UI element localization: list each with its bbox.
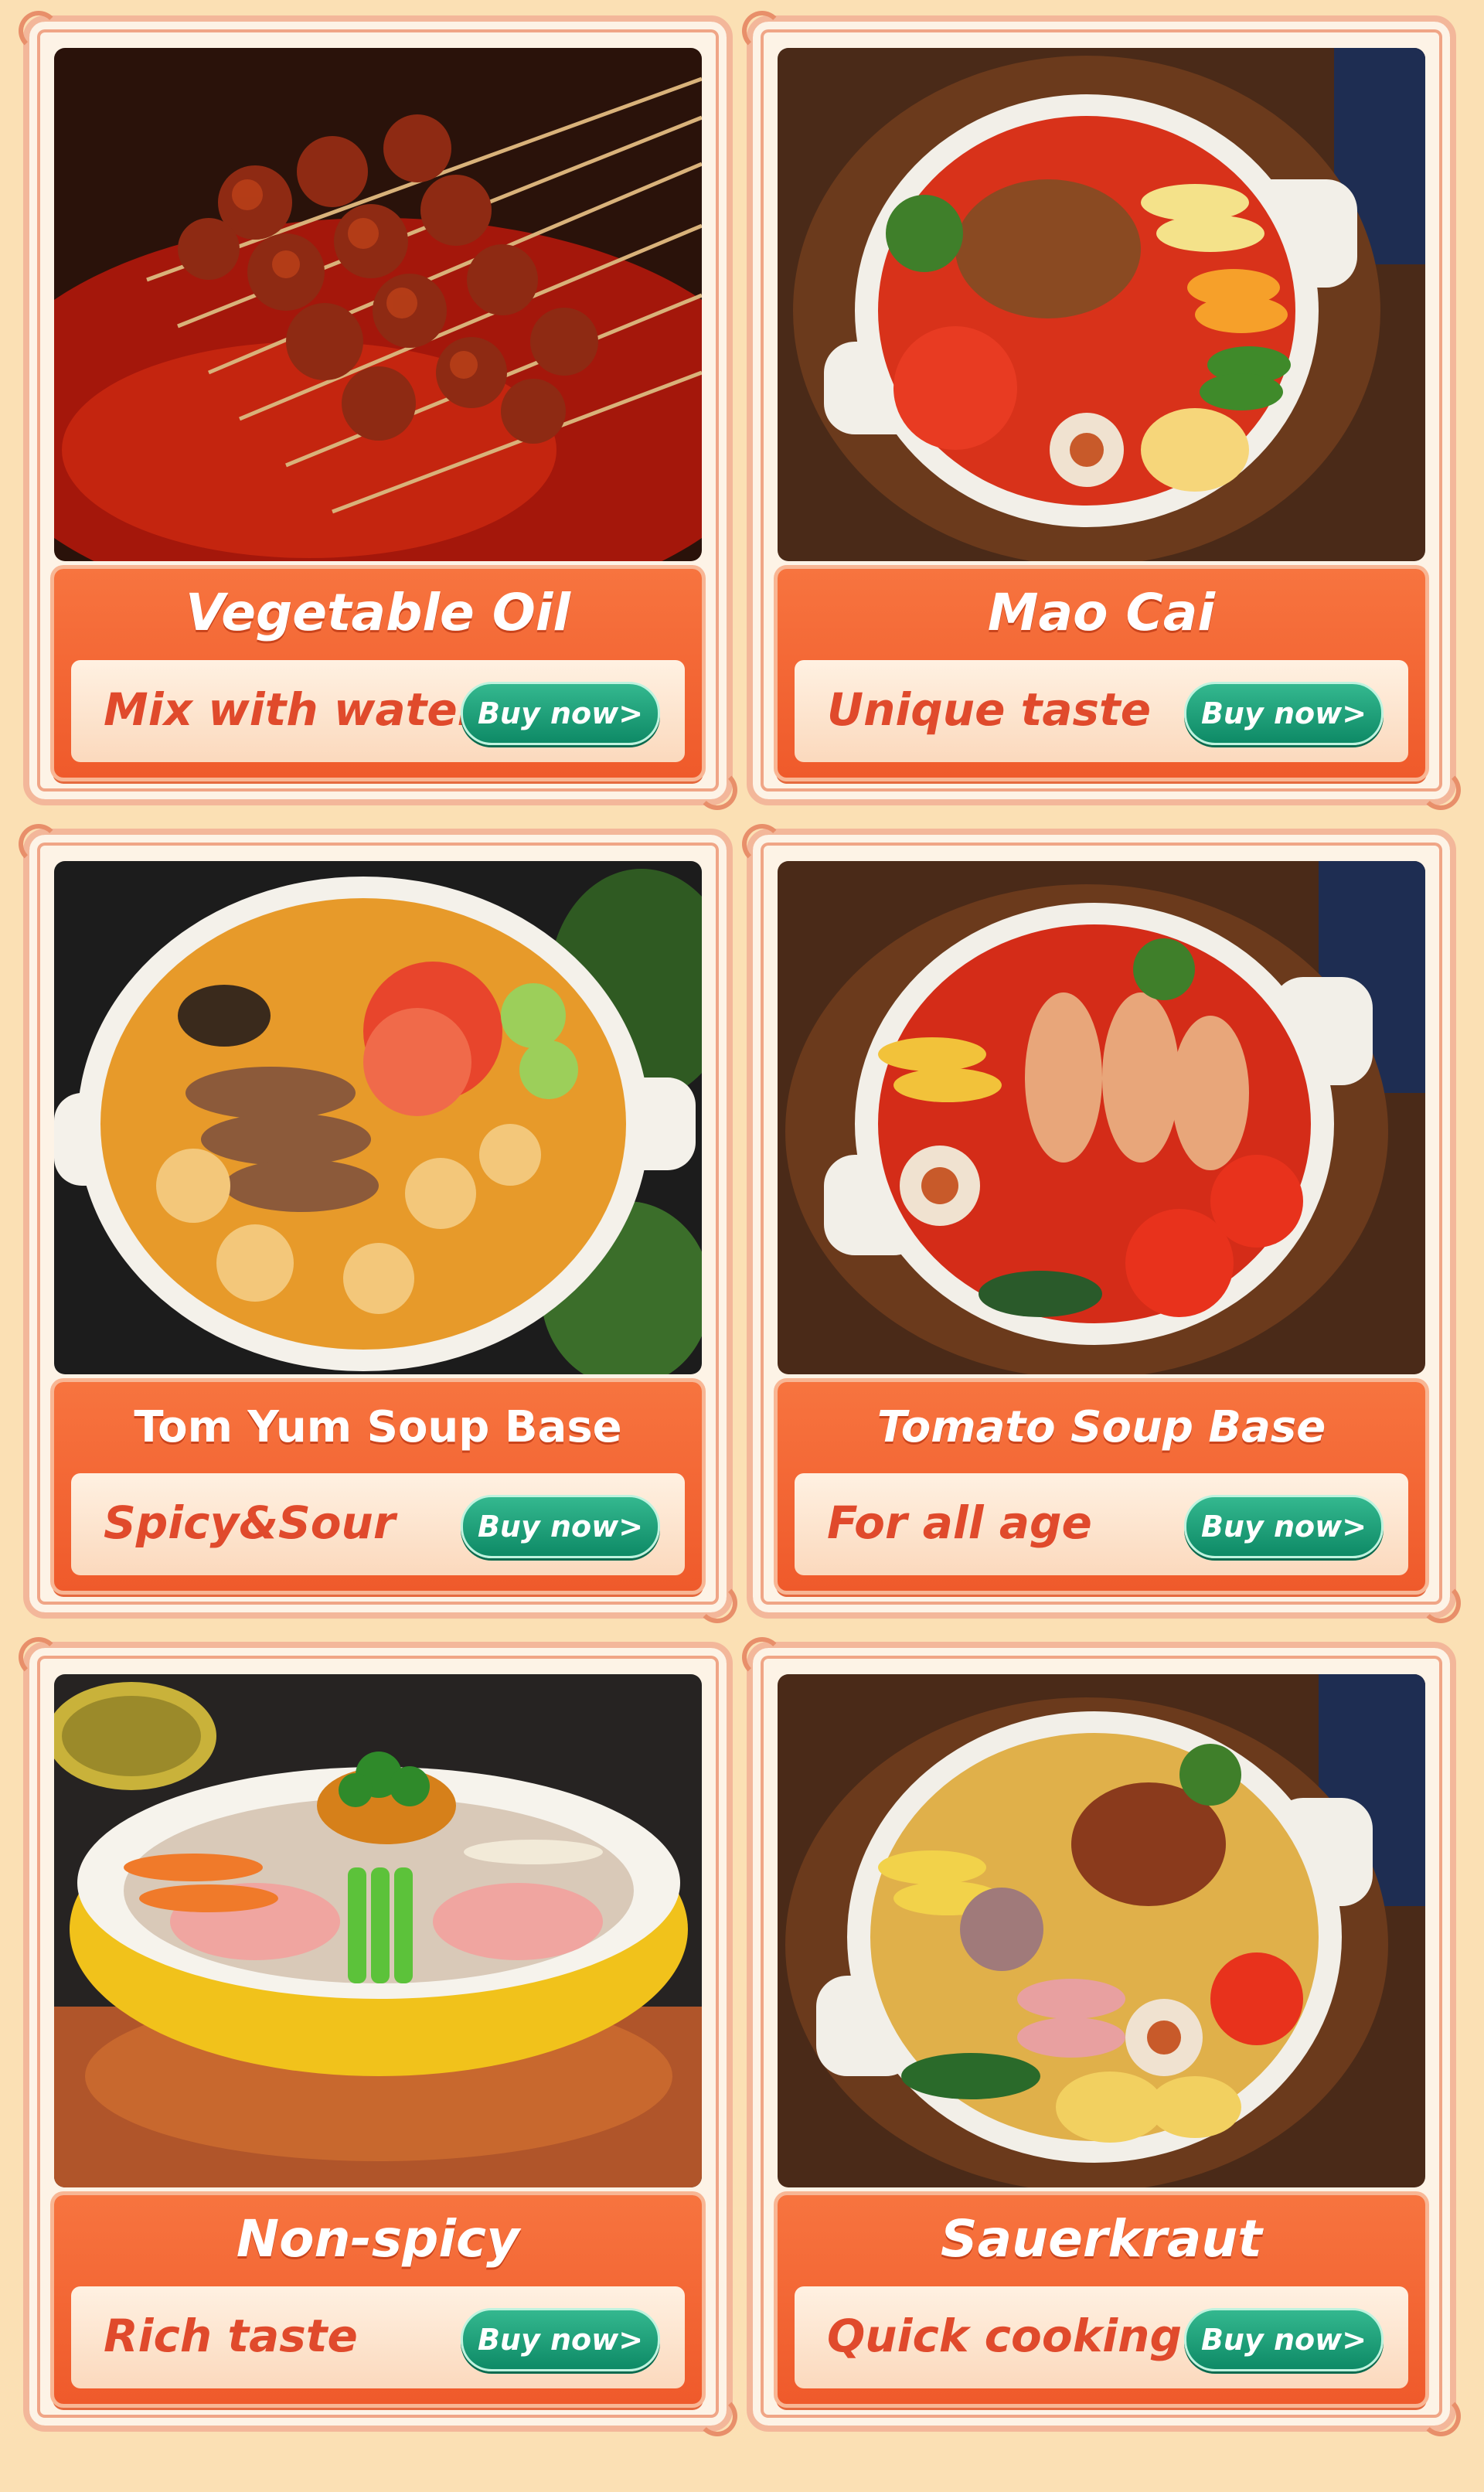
product-tagline: Quick cooking: [827, 2310, 1182, 2362]
product-photo[interactable]: [54, 1674, 702, 2187]
product-photo[interactable]: [778, 1674, 1425, 2187]
skewers-image: [54, 48, 702, 561]
buy-now-button[interactable]: Buy now>: [461, 1495, 660, 1558]
product-photo[interactable]: [54, 48, 702, 561]
product-card[interactable]: Tom Yum Soup Base Spicy&Sour Buy now>: [19, 824, 737, 1623]
buy-now-button[interactable]: Buy now>: [1184, 682, 1384, 745]
tomato-soup-image: [778, 861, 1425, 1374]
product-tagline: For all age: [827, 1496, 1092, 1549]
product-banner: Non-spicy Rich taste Buy now>: [54, 2195, 702, 2404]
product-card[interactable]: Tomato Soup Base For all age Buy now>: [742, 824, 1461, 1623]
buy-now-button[interactable]: Buy now>: [1184, 2308, 1384, 2371]
product-tagline: Mix with water: [104, 683, 480, 736]
product-title: Mao Cai: [987, 583, 1216, 642]
product-photo[interactable]: [54, 861, 702, 1374]
tom-yum-image: [54, 861, 702, 1374]
product-tagline: Rich taste: [104, 2310, 358, 2362]
product-tagline: Unique taste: [827, 683, 1152, 736]
sauerkraut-image: [778, 1674, 1425, 2187]
product-banner: Mao Cai Unique taste Buy now>: [778, 569, 1425, 778]
product-subbar: Spicy&Sour Buy now>: [71, 1473, 685, 1575]
product-card[interactable]: Sauerkraut Quick cooking Buy now>: [742, 1637, 1461, 2436]
product-subbar: Mix with water Buy now>: [71, 660, 685, 762]
product-subbar: For all age Buy now>: [795, 1473, 1408, 1575]
product-title: Tomato Soup Base: [876, 1402, 1326, 1452]
product-card[interactable]: Non-spicy Rich taste Buy now>: [19, 1637, 737, 2436]
product-card[interactable]: Mao Cai Unique taste Buy now>: [742, 11, 1461, 810]
product-title: Sauerkraut: [941, 2209, 1262, 2269]
non-spicy-image: [54, 1674, 702, 2187]
product-title: Tom Yum Soup Base: [134, 1402, 622, 1452]
buy-now-button[interactable]: Buy now>: [461, 2308, 660, 2371]
product-tagline: Spicy&Sour: [104, 1496, 396, 1549]
product-banner: Tom Yum Soup Base Spicy&Sour Buy now>: [54, 1382, 702, 1591]
product-grid: Vegetable Oil Mix with water Buy now> Ma…: [0, 0, 1484, 2492]
product-title: Vegetable Oil: [185, 583, 571, 642]
buy-now-button[interactable]: Buy now>: [1184, 1495, 1384, 1558]
product-photo[interactable]: [778, 861, 1425, 1374]
product-banner: Tomato Soup Base For all age Buy now>: [778, 1382, 1425, 1591]
product-card[interactable]: Vegetable Oil Mix with water Buy now>: [19, 11, 737, 810]
product-banner: Vegetable Oil Mix with water Buy now>: [54, 569, 702, 778]
product-banner: Sauerkraut Quick cooking Buy now>: [778, 2195, 1425, 2404]
mao-cai-image: [778, 48, 1425, 561]
product-subbar: Unique taste Buy now>: [795, 660, 1408, 762]
product-title: Non-spicy: [236, 2209, 520, 2269]
product-subbar: Rich taste Buy now>: [71, 2286, 685, 2388]
buy-now-button[interactable]: Buy now>: [461, 682, 660, 745]
product-photo[interactable]: [778, 48, 1425, 561]
product-subbar: Quick cooking Buy now>: [795, 2286, 1408, 2388]
